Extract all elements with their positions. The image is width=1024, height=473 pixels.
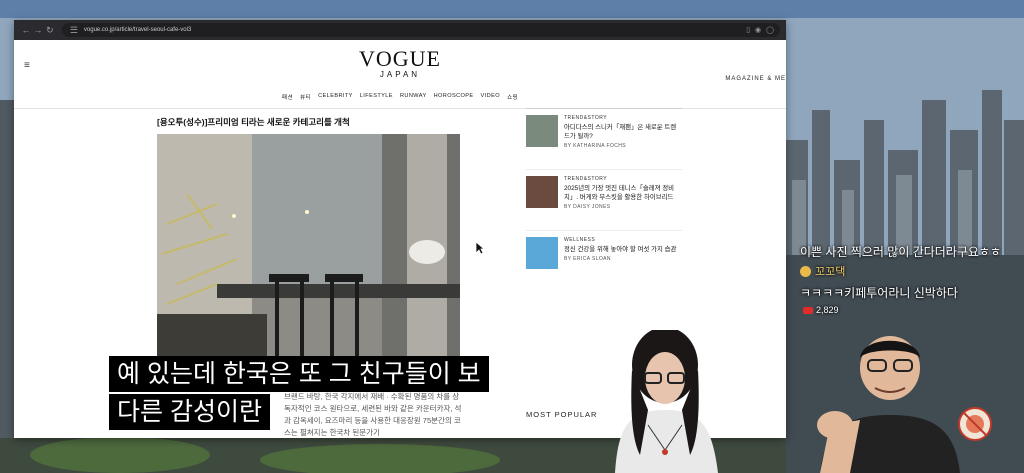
nav-item-horoscope[interactable]: HOROSCOPE xyxy=(434,93,474,101)
story-byline: BY KATHARINA FOCHS xyxy=(564,143,627,149)
arrow-right-icon[interactable]: → xyxy=(32,25,44,35)
user-avatar-icon xyxy=(800,265,811,277)
story-category: TREND&STORY xyxy=(564,176,608,182)
nav-item-runway[interactable]: RUNWAY xyxy=(400,93,427,101)
story-category: WELLNESS xyxy=(564,237,596,243)
site-header: ≡ VOGUE JAPAN MAGAZINE & ME 패션 뷰티 CELEBR… xyxy=(14,40,786,109)
story-byline: BY DAISY JONES xyxy=(564,204,611,210)
nav-item-shopping[interactable]: 쇼핑 xyxy=(507,93,518,101)
arrow-left-icon[interactable]: ← xyxy=(20,25,32,35)
viewer-count-value: 2,829 xyxy=(816,305,839,315)
main-nav: 패션 뷰티 CELEBRITY LIFESTYLE RUNWAY HOROSCO… xyxy=(14,93,786,101)
extensions-icon[interactable]: ◯ xyxy=(766,26,774,34)
reload-icon[interactable]: ↻ xyxy=(44,25,56,36)
address-bar[interactable]: ☰ vogue.co.jp/article/travel-seoul-cafe-… xyxy=(61,23,780,37)
nav-item-video[interactable]: VIDEO xyxy=(481,93,500,101)
article-photo xyxy=(157,134,460,374)
sidebar-stories: TREND&STORY 아디다스의 스니커「재팬」은 새로운 트렌드가 될까? … xyxy=(526,108,682,297)
subtitle-line-1: 예 있는데 한국은 또 그 친구들이 보 xyxy=(109,356,489,392)
story-headline[interactable]: 아디다스의 스니커「재팬」은 새로운 트렌드가 될까? xyxy=(564,123,682,141)
privacy-icon[interactable]: ◉ xyxy=(755,26,761,34)
story-thumbnail[interactable] xyxy=(526,115,558,147)
story-thumbnail[interactable] xyxy=(526,176,558,208)
nav-item-beauty[interactable]: 뷰티 xyxy=(300,93,311,101)
youtube-icon xyxy=(803,306,813,314)
story-item[interactable]: TREND&STORY 2025년의 가장 멋진 테니스「슬레져 정비치」. 버… xyxy=(526,176,682,231)
site-info-icon[interactable]: ☰ xyxy=(68,25,80,36)
chat-message: 이쁜 사진 찍으러 많이 간다더라구요ㅎㅎ xyxy=(800,245,1002,259)
logo-main: VOGUE xyxy=(359,46,441,71)
story-byline: BY ERICA SLOAN xyxy=(564,256,611,262)
viewer-count: 2,829 xyxy=(803,305,839,315)
chat-username: 꼬꼬댁 xyxy=(815,266,846,278)
story-item[interactable]: WELLNESS 정신 건강을 위해 놓아야 할 여섯 가지 습관 BY ERI… xyxy=(526,237,682,291)
webcam-hosts xyxy=(615,330,960,473)
chat-user-row: 꼬꼬댁 xyxy=(800,263,845,279)
browser-toolbar: ← → ↻ ☰ vogue.co.jp/article/travel-seoul… xyxy=(14,20,786,40)
article-section-title: [용오투(성수)]프리미엄 티라는 새로운 카테고리를 개척 xyxy=(157,117,350,127)
story-headline[interactable]: 2025년의 가장 멋진 테니스「슬레져 정비치」. 버게와 무스킷을 활용한 … xyxy=(564,184,682,202)
nav-item-lifestyle[interactable]: LIFESTYLE xyxy=(360,93,393,101)
mouse-cursor-icon xyxy=(475,241,485,255)
story-headline[interactable]: 정신 건강을 위해 놓아야 할 여섯 가지 습관 xyxy=(564,245,676,254)
channel-sticker-icon xyxy=(958,407,992,441)
nav-item-fashion[interactable]: 패션 xyxy=(282,93,293,101)
article-body: 브랜드 바탕, 한국 각지에서 재배 · 수확된 명품의 차를 상독자적인 코스… xyxy=(284,392,462,437)
translate-icon[interactable]: ▯ xyxy=(746,26,750,34)
sidebar-divider xyxy=(526,108,682,109)
logo-sub: JAPAN xyxy=(379,70,421,79)
url-text: vogue.co.jp/article/travel-seoul-cafe-vo… xyxy=(83,27,192,33)
story-thumbnail[interactable] xyxy=(526,237,558,269)
chat-message: ㅋㅋㅋㅋ키페투어라니 신박하다 xyxy=(800,286,958,300)
vogue-logo[interactable]: VOGUE JAPAN xyxy=(14,48,786,80)
magazine-link[interactable]: MAGAZINE & ME xyxy=(725,76,786,82)
subtitle-line-2: 다른 감성이란 xyxy=(109,394,270,430)
story-item[interactable]: TREND&STORY 아디다스의 스니커「재팬」은 새로운 트렌드가 될까? … xyxy=(526,115,682,170)
story-category: TREND&STORY xyxy=(564,115,608,121)
nav-item-celebrity[interactable]: CELEBRITY xyxy=(318,93,353,101)
